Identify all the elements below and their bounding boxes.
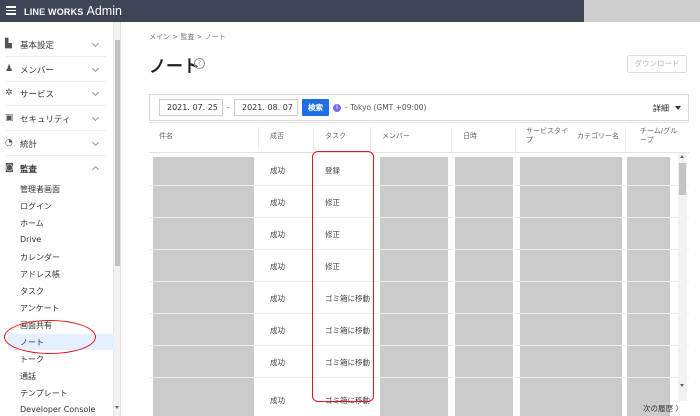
brand-name: LINE WORKS bbox=[24, 7, 84, 17]
result-cell: 成功 bbox=[270, 326, 285, 335]
sidebar-section-label: 基本設定 bbox=[20, 41, 55, 51]
sidebar-scrollbar-thumb[interactable] bbox=[115, 40, 120, 266]
table-scrollbar-thumb[interactable] bbox=[679, 163, 686, 195]
sidebar-item-admin-screen[interactable]: 管理者画面 bbox=[20, 184, 60, 195]
chevron-down-icon bbox=[91, 88, 100, 97]
sidebar-item-drive[interactable]: Drive bbox=[20, 235, 41, 244]
sidebar-section-label: セキュリティ bbox=[20, 115, 71, 125]
sidebar-item-task[interactable]: タスク bbox=[20, 286, 44, 297]
detail-toggle[interactable]: 詳細 bbox=[653, 103, 669, 114]
table-row[interactable]: 成功 ゴミ箱に移動 bbox=[149, 378, 689, 416]
sidebar-section-label: 統計 bbox=[20, 140, 38, 150]
sidebar-section-services[interactable]: ✲ サービス bbox=[0, 81, 114, 105]
result-cell: 成功 bbox=[270, 166, 285, 175]
column-divider[interactable] bbox=[515, 127, 516, 150]
breadcrumb: メイン > 監査 > ノート bbox=[149, 32, 226, 42]
breadcrumb-separator: > bbox=[172, 33, 179, 41]
column-header-category[interactable]: カテゴリー名 bbox=[577, 132, 619, 141]
sidebar-item-call[interactable]: 通話 bbox=[20, 371, 36, 382]
column-header-subject[interactable]: 件名 bbox=[159, 132, 173, 141]
sidebar-item-login[interactable]: ログイン bbox=[20, 201, 52, 212]
table-row[interactable]: 成功 ゴミ箱に移動 bbox=[149, 282, 689, 314]
audit-icon: ◙ bbox=[5, 163, 14, 173]
sidebar-section-basic-settings[interactable]: ▙ 基本設定 bbox=[0, 32, 114, 56]
search-button[interactable]: 検索 bbox=[302, 99, 329, 116]
sidebar-item-template[interactable]: テンプレート bbox=[20, 388, 68, 399]
column-header-result[interactable]: 成否 bbox=[270, 132, 284, 141]
chart-icon: ◔ bbox=[5, 138, 13, 148]
column-header-member[interactable]: メンバー bbox=[382, 132, 410, 141]
sidebar-item-address-book[interactable]: アドレス帳 bbox=[20, 269, 60, 280]
scroll-down-arrow-icon[interactable] bbox=[115, 406, 119, 409]
app-logo[interactable]: LINE WORKS Admin bbox=[24, 4, 122, 18]
table-row[interactable]: 成功 登録 bbox=[149, 154, 689, 186]
top-bar-user-area[interactable] bbox=[584, 0, 700, 22]
sidebar-section-label: 監査 bbox=[20, 165, 38, 175]
table-row[interactable]: 成功 ゴミ箱に移動 bbox=[149, 314, 689, 346]
annotation-rectangle bbox=[312, 151, 374, 402]
sidebar-section-security[interactable]: ▣ セキュリティ bbox=[0, 106, 114, 130]
brand-suffix: Admin bbox=[86, 4, 122, 18]
result-cell: 成功 bbox=[270, 358, 285, 367]
breadcrumb-item-audit[interactable]: 監査 bbox=[180, 33, 194, 41]
column-header-service-type[interactable]: サービスタイプ bbox=[526, 127, 572, 145]
column-header-team-group[interactable]: チーム/グループ bbox=[640, 127, 678, 145]
gear-icon: ✲ bbox=[5, 88, 13, 98]
table-row[interactable]: 成功 修正 bbox=[149, 250, 689, 282]
table-row[interactable]: 成功 修正 bbox=[149, 186, 689, 218]
result-cell: 成功 bbox=[270, 262, 285, 271]
table-header: 件名 成否 タスク メンバー 日時 サービスタイプ カテゴリー名 チーム/グルー… bbox=[149, 122, 689, 153]
chevron-down-icon bbox=[91, 113, 100, 122]
sidebar-section-label: メンバー bbox=[20, 66, 55, 76]
sidebar-section-label: サービス bbox=[20, 90, 55, 100]
scroll-down-arrow-icon[interactable] bbox=[680, 384, 684, 387]
sidebar-item-home[interactable]: ホーム bbox=[20, 218, 44, 229]
download-button[interactable]: ダウンロード bbox=[627, 55, 687, 73]
end-date-input[interactable]: 2021. 08. 07 bbox=[234, 99, 298, 116]
building-icon: ▙ bbox=[5, 39, 12, 49]
breadcrumb-separator: > bbox=[196, 33, 203, 41]
result-cell: 成功 bbox=[270, 230, 285, 239]
breadcrumb-item-note: ノート bbox=[204, 33, 226, 41]
start-date-input[interactable]: 2021. 07. 25 bbox=[159, 99, 223, 116]
lock-icon: ▣ bbox=[5, 113, 14, 123]
info-icon[interactable]: i bbox=[333, 104, 341, 112]
sidebar-item-survey[interactable]: アンケート bbox=[20, 303, 60, 314]
column-divider[interactable] bbox=[313, 127, 314, 150]
next-history-link[interactable]: 次の履歴 〉 bbox=[643, 403, 683, 414]
sidebar-section-members[interactable]: ♟ メンバー bbox=[0, 57, 114, 81]
breadcrumb-item-main[interactable]: メイン bbox=[149, 33, 170, 41]
chevron-down-icon bbox=[91, 138, 100, 147]
audit-log-table: 件名 成否 タスク メンバー 日時 サービスタイプ カテゴリー名 チーム/グルー… bbox=[149, 122, 689, 416]
filter-bar: 2021. 07. 25 - 2021. 08. 07 検索 i - Tokyo… bbox=[149, 94, 689, 121]
result-cell: 成功 bbox=[270, 198, 285, 207]
result-cell: 成功 bbox=[270, 396, 285, 405]
chevron-down-icon bbox=[91, 39, 100, 48]
help-icon[interactable]: ? bbox=[194, 58, 205, 69]
date-range-separator: - bbox=[227, 103, 230, 112]
column-header-task[interactable]: タスク bbox=[325, 132, 346, 141]
timezone-label: - Tokyo (GMT +09:00) bbox=[345, 103, 427, 112]
result-cell: 成功 bbox=[270, 294, 285, 303]
page-title: ノート bbox=[149, 57, 200, 77]
sidebar-item-talk[interactable]: トーク bbox=[20, 354, 44, 365]
column-divider[interactable] bbox=[451, 127, 452, 150]
chevron-down-icon bbox=[91, 64, 100, 73]
sidebar-section-audit[interactable]: ◙ 監査 bbox=[0, 156, 114, 180]
caret-down-icon[interactable] bbox=[675, 106, 681, 110]
sidebar-item-developer-console[interactable]: Developer Console bbox=[20, 405, 95, 414]
table-row[interactable]: 成功 修正 bbox=[149, 218, 689, 250]
menu-icon[interactable] bbox=[6, 6, 16, 15]
column-divider[interactable] bbox=[625, 127, 626, 150]
column-divider[interactable] bbox=[370, 127, 371, 150]
users-icon: ♟ bbox=[5, 64, 14, 74]
sidebar-section-statistics[interactable]: ◔ 統計 bbox=[0, 131, 114, 155]
column-header-datetime[interactable]: 日時 bbox=[463, 132, 477, 141]
scroll-up-arrow-icon[interactable] bbox=[680, 155, 684, 158]
chevron-up-icon bbox=[91, 165, 100, 174]
table-row[interactable]: 成功 ゴミ箱に移動 bbox=[149, 346, 689, 378]
sidebar-item-calendar[interactable]: カレンダー bbox=[20, 252, 60, 263]
column-divider[interactable] bbox=[258, 127, 259, 150]
annotation-circle bbox=[4, 320, 96, 354]
